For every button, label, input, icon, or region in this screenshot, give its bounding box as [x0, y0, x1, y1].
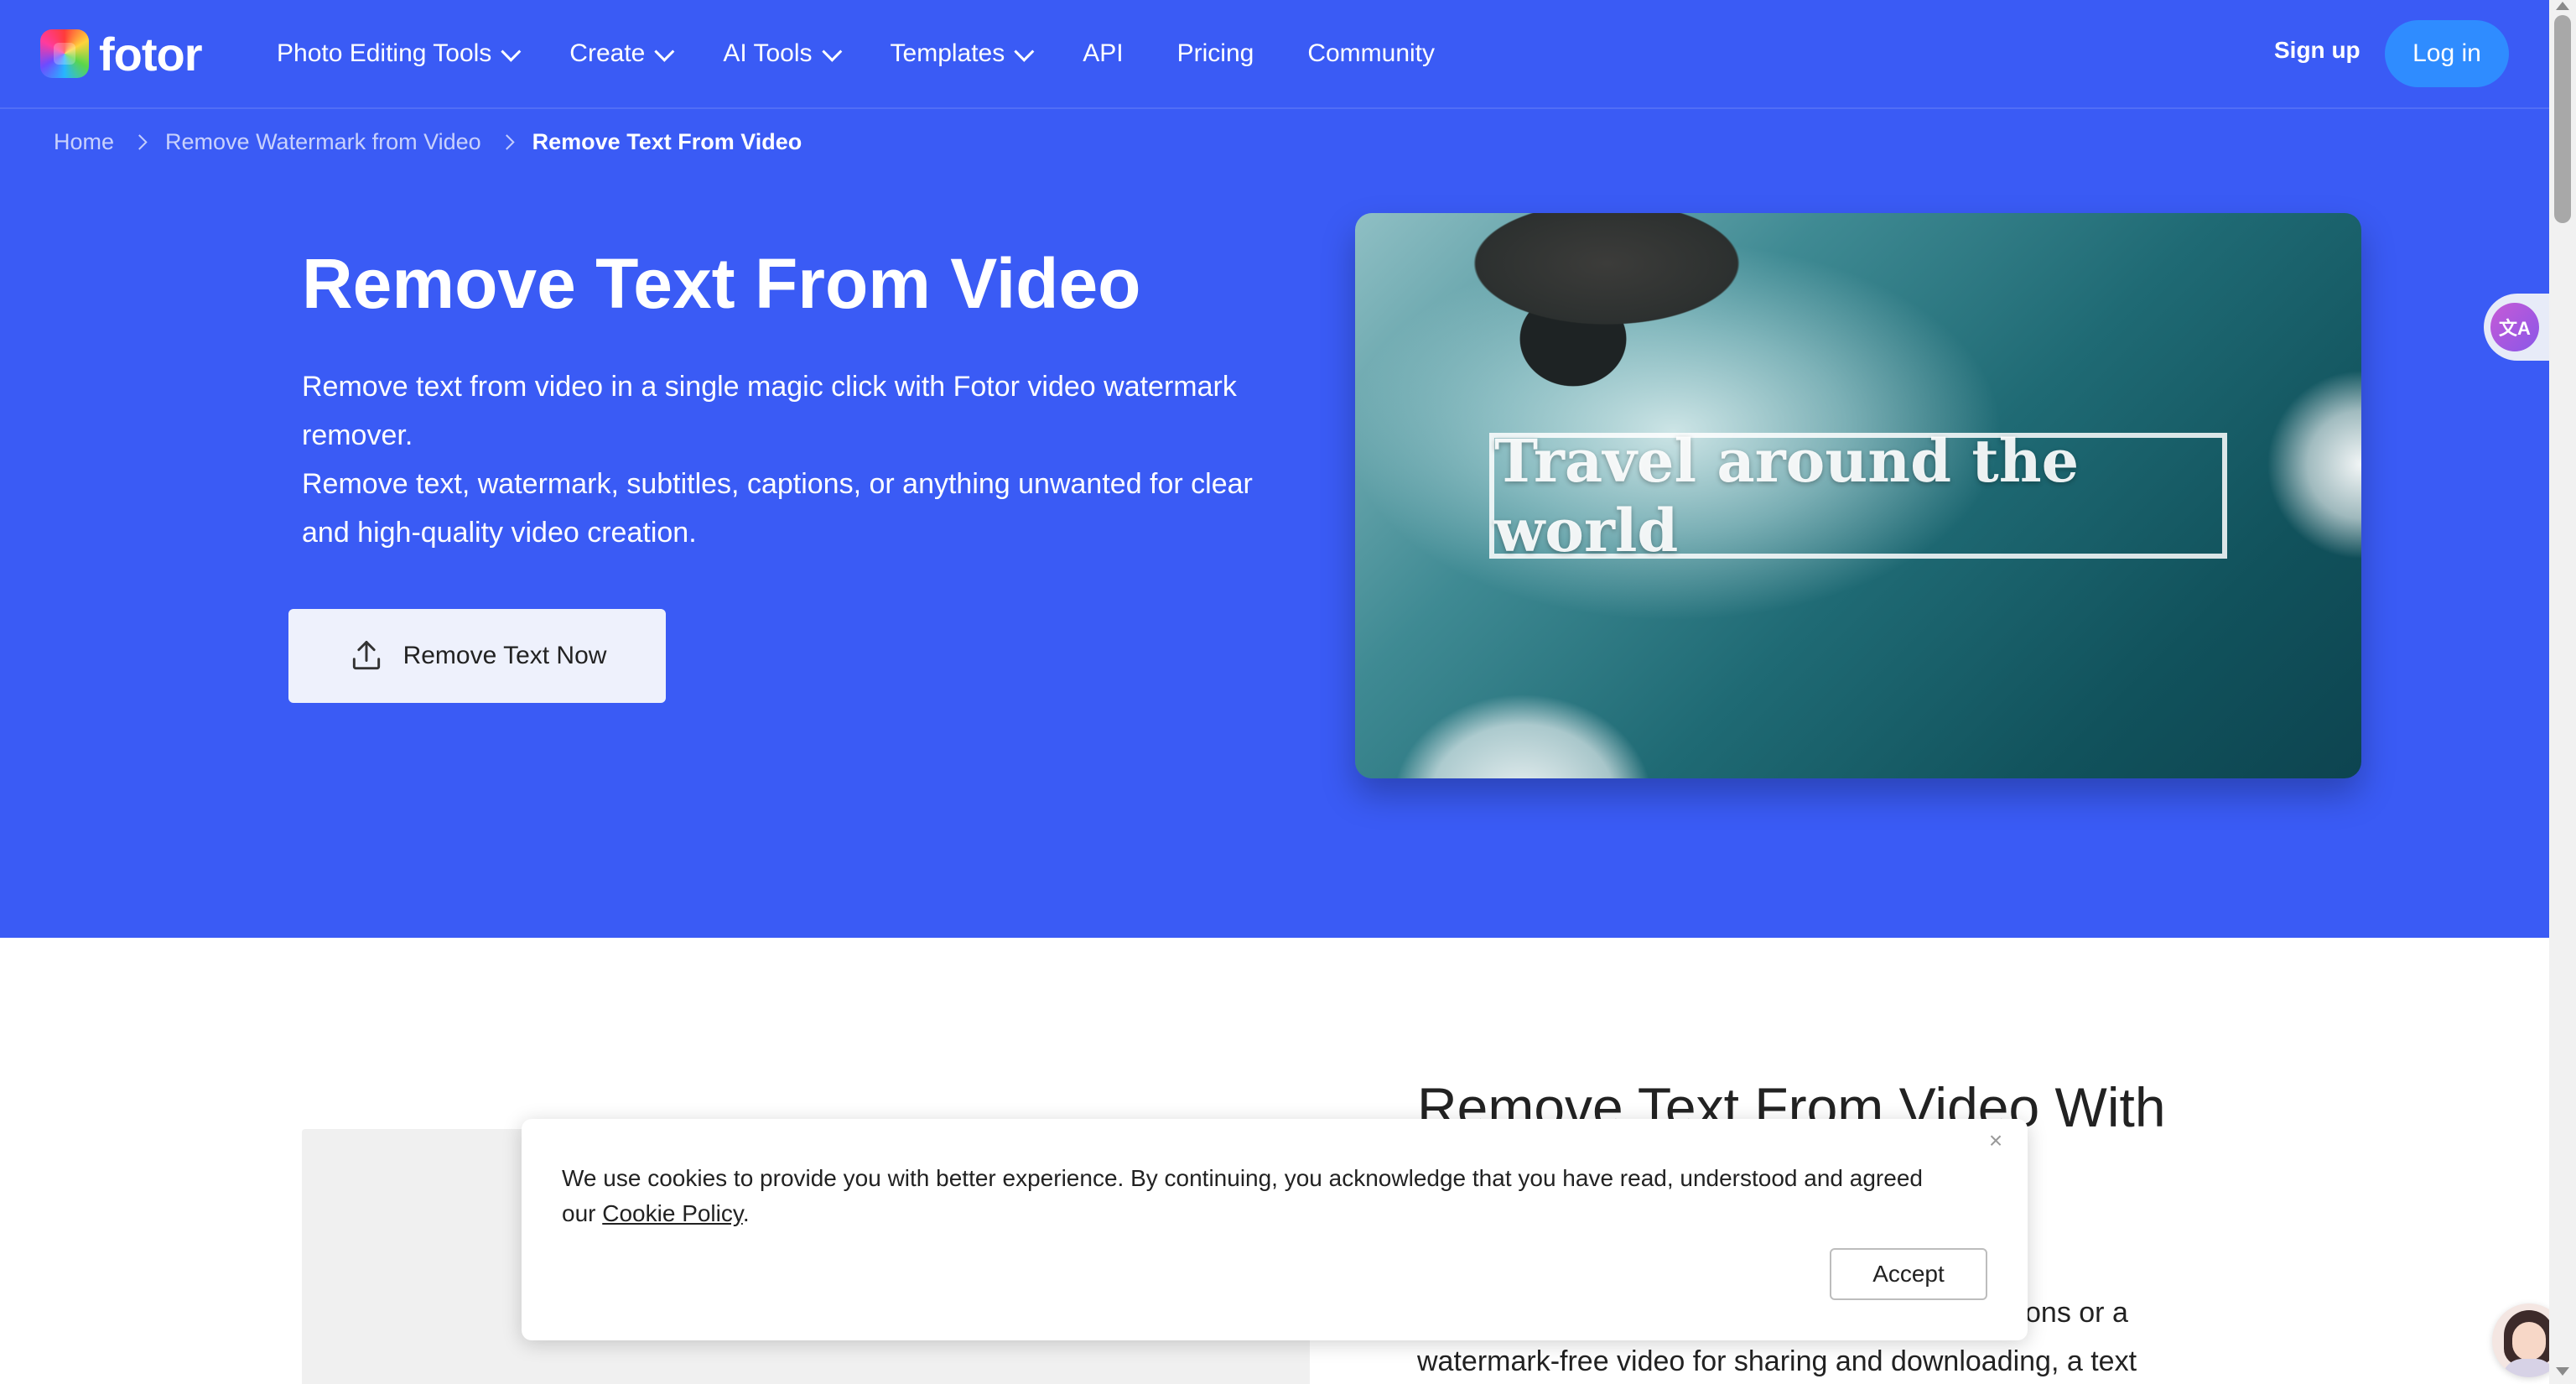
nav-item-label: API: [1083, 39, 1124, 67]
scroll-thumb[interactable]: [2554, 15, 2571, 223]
chevron-down-icon: [821, 41, 842, 62]
scroll-down-arrow-icon[interactable]: [2556, 1367, 2569, 1376]
page-title: Remove Text From Video: [302, 244, 1141, 323]
nav-item-create[interactable]: Create: [569, 39, 675, 68]
chevron-right-icon: [498, 134, 515, 150]
nav-item-photo-editing-tools[interactable]: Photo Editing Tools: [277, 39, 522, 68]
logo-text: fotor: [99, 27, 203, 81]
remove-text-now-button[interactable]: Remove Text Now: [288, 609, 666, 703]
cookie-banner: × We use cookies to provide you with bet…: [522, 1119, 2028, 1340]
hero-description-line: Remove text from video in a single magic…: [302, 371, 1237, 451]
nav-item-label: Create: [569, 39, 646, 67]
nav-menu: Photo Editing Tools Create AI Tools Temp…: [277, 0, 1488, 107]
translate-widget[interactable]: 文A: [2484, 294, 2549, 361]
accept-cookies-button[interactable]: Accept: [1830, 1248, 1987, 1300]
cookie-text-end: .: [742, 1200, 750, 1226]
nav-item-label: Photo Editing Tools: [277, 39, 492, 67]
vertical-scrollbar[interactable]: [2549, 0, 2576, 1384]
nav-item-templates[interactable]: Templates: [890, 39, 1035, 68]
overlay-text-box: Travel around the world: [1489, 426, 2227, 565]
nav-item-label: Templates: [890, 39, 1005, 67]
top-navigation: fotor Photo Editing Tools Create AI Tool…: [0, 0, 2549, 109]
overlay-text: Travel around the world: [1494, 426, 2080, 565]
chevron-down-icon: [1014, 41, 1035, 62]
chevron-right-icon: [132, 134, 148, 150]
chevron-down-icon: [654, 41, 675, 62]
nav-item-label: Pricing: [1176, 39, 1254, 67]
section-body-line: watermark-free video for sharing and dow…: [1417, 1345, 2137, 1377]
cookie-policy-link[interactable]: Cookie Policy: [602, 1200, 743, 1226]
breadcrumb: Home Remove Watermark from Video Remove …: [54, 129, 802, 155]
breadcrumb-remove-watermark[interactable]: Remove Watermark from Video: [165, 129, 481, 155]
cookie-text: We use cookies to provide you with bette…: [562, 1165, 1923, 1226]
breadcrumb-current: Remove Text From Video: [532, 129, 802, 154]
chevron-down-icon: [501, 41, 522, 62]
cta-label: Remove Text Now: [402, 642, 607, 669]
nav-item-community[interactable]: Community: [1307, 39, 1435, 68]
sign-up-link[interactable]: Sign up: [2274, 37, 2360, 64]
upload-icon: [352, 641, 380, 670]
section-body-visible: tions or a: [2011, 1297, 2128, 1329]
log-in-button[interactable]: Log in: [2385, 20, 2509, 87]
nav-item-label: AI Tools: [723, 39, 813, 67]
support-avatar[interactable]: [2492, 1303, 2549, 1377]
scroll-up-arrow-icon[interactable]: [2556, 2, 2569, 10]
nav-item-api[interactable]: API: [1083, 39, 1123, 68]
nav-item-pricing[interactable]: Pricing: [1177, 39, 1254, 68]
page: fotor Photo Editing Tools Create AI Tool…: [0, 0, 2549, 1384]
cookie-message: We use cookies to provide you with bette…: [562, 1161, 1945, 1231]
hero-description: Remove text from video in a single magic…: [302, 362, 1258, 557]
close-icon[interactable]: ×: [1984, 1129, 2007, 1152]
logo-mark-icon: [40, 29, 89, 78]
nav-item-ai-tools[interactable]: AI Tools: [723, 39, 842, 68]
avatar-face: [2512, 1322, 2546, 1361]
hero-section: fotor Photo Editing Tools Create AI Tool…: [0, 0, 2549, 938]
hero-video-preview: Travel around the world: [1355, 213, 2361, 778]
fotor-logo[interactable]: fotor: [40, 27, 203, 81]
translate-icon: 文A: [2490, 303, 2539, 351]
nav-item-label: Community: [1307, 39, 1436, 67]
hero-description-line: Remove text, watermark, subtitles, capti…: [302, 468, 1253, 549]
breadcrumb-home[interactable]: Home: [54, 129, 114, 155]
